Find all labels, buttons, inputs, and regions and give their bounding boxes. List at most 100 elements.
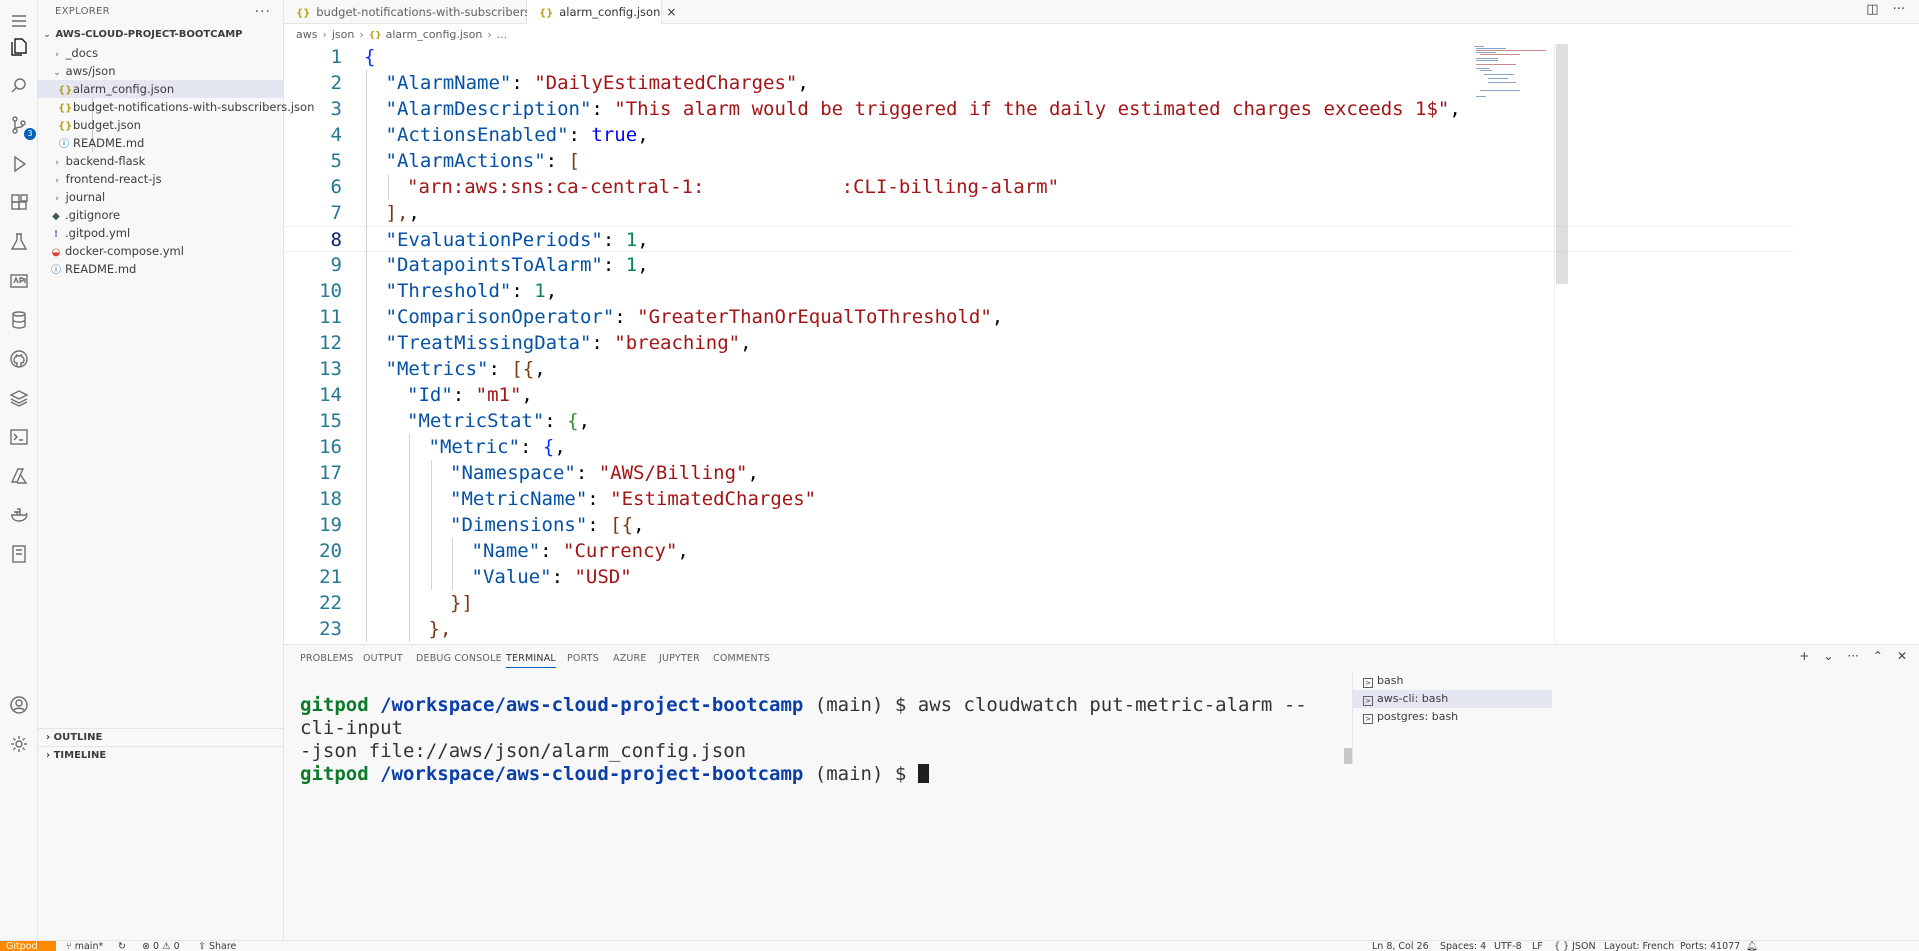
tree-folder-journal[interactable]: › journal: [38, 188, 283, 206]
encoding[interactable]: UTF-8: [1494, 941, 1522, 951]
scm-badge: 3: [24, 128, 36, 140]
terminal-icon: >: [1363, 696, 1373, 706]
code-text: "DatapointsToAlarm": 1,: [385, 254, 649, 276]
run-debug-icon[interactable]: [8, 153, 30, 175]
end-of-line[interactable]: LF: [1532, 941, 1543, 951]
close-panel-icon[interactable]: ✕: [1897, 649, 1907, 663]
settings-gear-icon[interactable]: [8, 733, 30, 755]
notebook-icon[interactable]: [8, 543, 30, 565]
sync-icon[interactable]: ↻: [118, 941, 126, 951]
panel-tab-comments[interactable]: COMMENTS: [713, 653, 770, 664]
editor-tabs: {} budget-notifications-with-subscribers.…: [284, 0, 1919, 24]
tree-file-docker-compose[interactable]: ◒ docker-compose.yml: [38, 242, 283, 260]
api-icon[interactable]: [8, 270, 30, 292]
tree-file-gitpod-yml[interactable]: ! .gitpod.yml: [38, 224, 283, 242]
terminal-item-postgres[interactable]: > postgres: bash: [1353, 708, 1552, 726]
panel-tab-jupyter[interactable]: JUPYTER: [659, 653, 700, 664]
breadcrumb-file[interactable]: alarm_config.json: [386, 28, 483, 41]
explorer-icon[interactable]: [8, 36, 30, 58]
breadcrumb-aws[interactable]: aws: [296, 28, 317, 41]
tab-alarm-config[interactable]: {} alarm_config.json ×: [527, 0, 676, 24]
extensions-icon[interactable]: [8, 192, 30, 214]
chevron-down-icon[interactable]: ⌄: [1823, 649, 1833, 663]
search-icon[interactable]: [8, 75, 30, 97]
code-line: 11 "ComparisonOperator": "GreaterThanOrEq…: [284, 304, 1794, 330]
more-actions-icon[interactable]: ···: [1893, 2, 1905, 17]
remote-indicator[interactable]: Gitpod: [0, 941, 56, 951]
minimap[interactable]: [1470, 44, 1550, 104]
tree-file-readme[interactable]: ⓘ README.md: [38, 260, 283, 278]
cursor-position[interactable]: Ln 8, Col 26: [1372, 941, 1429, 951]
line-number: 17: [319, 462, 342, 484]
docker-icon[interactable]: [8, 504, 30, 526]
line-number: 10: [319, 280, 342, 302]
tree-file-budget[interactable]: {}budget.json: [38, 116, 283, 134]
more-actions-icon[interactable]: ···: [1847, 649, 1858, 663]
indent-guide: [387, 174, 389, 200]
testing-flask-icon[interactable]: [8, 231, 30, 253]
tree-folder-backend-flask[interactable]: › backend-flask: [38, 152, 283, 170]
tree-file-budget-notifications[interactable]: {}budget-notifications-with-subscribers.…: [38, 98, 314, 116]
more-actions-icon[interactable]: ···: [255, 0, 271, 24]
split-editor-icon[interactable]: ◫: [1866, 2, 1878, 17]
terminal-item-bash[interactable]: > bash: [1353, 672, 1552, 690]
tree-file-gitignore[interactable]: ◆ .gitignore: [38, 206, 283, 224]
indentation[interactable]: Spaces: 4: [1440, 941, 1486, 951]
code-line: 21 "Value": "USD": [284, 564, 1794, 590]
code-line: 17 "Namespace": "AWS/Billing",: [284, 460, 1794, 486]
editor-scrollbar[interactable]: [1556, 44, 1568, 284]
timeline-section[interactable]: › TIMELINE: [38, 746, 283, 764]
line-number: 23: [319, 618, 342, 640]
code-text: "Id": "m1",: [407, 384, 533, 406]
chevron-right-icon: ›: [487, 28, 492, 41]
line-number: 19: [319, 514, 342, 536]
info-icon: ⓘ: [51, 265, 61, 276]
code-line: 16 "Metric": {,: [284, 434, 1794, 460]
notifications-bell-icon[interactable]: 🔔︎: [1746, 941, 1758, 951]
outline-section[interactable]: › OUTLINE: [38, 728, 283, 746]
keyboard-layout[interactable]: Layout: French: [1604, 941, 1674, 951]
tree-file-alarm-config[interactable]: {}alarm_config.json: [38, 80, 283, 98]
terminal-output[interactable]: gitpod /workspace/aws-cloud-project-boot…: [300, 694, 1340, 786]
panel-tab-azure[interactable]: AZURE: [613, 653, 647, 664]
share-button[interactable]: ⇪ Share: [198, 941, 236, 951]
code-text: "AlarmName": "DailyEstimatedCharges",: [385, 72, 809, 94]
workspace-root[interactable]: ⌄ AWS-CLOUD-PROJECT-BOOTCAMP: [38, 26, 283, 44]
indent-guide: [409, 434, 410, 642]
terminal-line: -json file://aws/json/alarm_config.json: [300, 740, 747, 762]
branch-indicator[interactable]: ⑂ main*: [66, 941, 103, 951]
tree-folder-aws-json[interactable]: ⌄ aws/json: [38, 62, 283, 80]
chevron-right-icon: ›: [322, 28, 327, 41]
language-mode[interactable]: { } JSON: [1554, 941, 1596, 951]
tree-folder-docs[interactable]: › _docs: [38, 44, 283, 62]
explorer-sidebar: EXPLORER ··· ⌄ AWS-CLOUD-PROJECT-BOOTCAM…: [38, 0, 314, 940]
database-icon[interactable]: [8, 309, 30, 331]
tree-file-aws-readme[interactable]: ⓘ README.md: [38, 134, 283, 152]
github-icon[interactable]: [8, 348, 30, 370]
terminal-scrollbar[interactable]: [1344, 748, 1352, 764]
problems-indicator[interactable]: ⊗ 0 ⚠ 0: [142, 941, 180, 951]
code-line: 14 "Id": "m1",: [284, 382, 1794, 408]
tab-budget-notifications[interactable]: {} budget-notifications-with-subscribers.…: [284, 0, 558, 24]
panel-tab-debug-console[interactable]: DEBUG CONSOLE: [416, 653, 502, 664]
hamburger-menu-icon[interactable]: [8, 10, 30, 32]
terminal-icon[interactable]: [8, 426, 30, 448]
panel-tab-problems[interactable]: PROBLEMS: [300, 653, 353, 664]
layers-icon[interactable]: [8, 387, 30, 409]
account-icon[interactable]: [8, 694, 30, 716]
source-control-icon[interactable]: 3: [8, 114, 36, 140]
close-tab-icon[interactable]: ×: [666, 5, 676, 19]
ports-indicator[interactable]: Ports: 41077: [1680, 941, 1740, 951]
code-editor[interactable]: 1 {2 "AlarmName": "DailyEstimatedCharges",…: [284, 44, 1919, 644]
breadcrumb-symbol[interactable]: ...: [497, 28, 508, 41]
panel-tab-output[interactable]: OUTPUT: [363, 653, 403, 664]
code-text: "TreatMissingData": "breaching",: [385, 332, 752, 354]
panel-tab-terminal[interactable]: TERMINAL: [506, 653, 556, 668]
tree-folder-frontend-react[interactable]: › frontend-react-js: [38, 170, 283, 188]
new-terminal-icon[interactable]: +: [1799, 649, 1809, 663]
maximize-panel-icon[interactable]: ⌃: [1873, 649, 1883, 663]
breadcrumb-json[interactable]: json: [332, 28, 355, 41]
azure-icon[interactable]: [8, 465, 30, 487]
panel-tab-ports[interactable]: PORTS: [567, 653, 599, 664]
terminal-item-aws-cli[interactable]: > aws-cli: bash: [1353, 690, 1552, 708]
